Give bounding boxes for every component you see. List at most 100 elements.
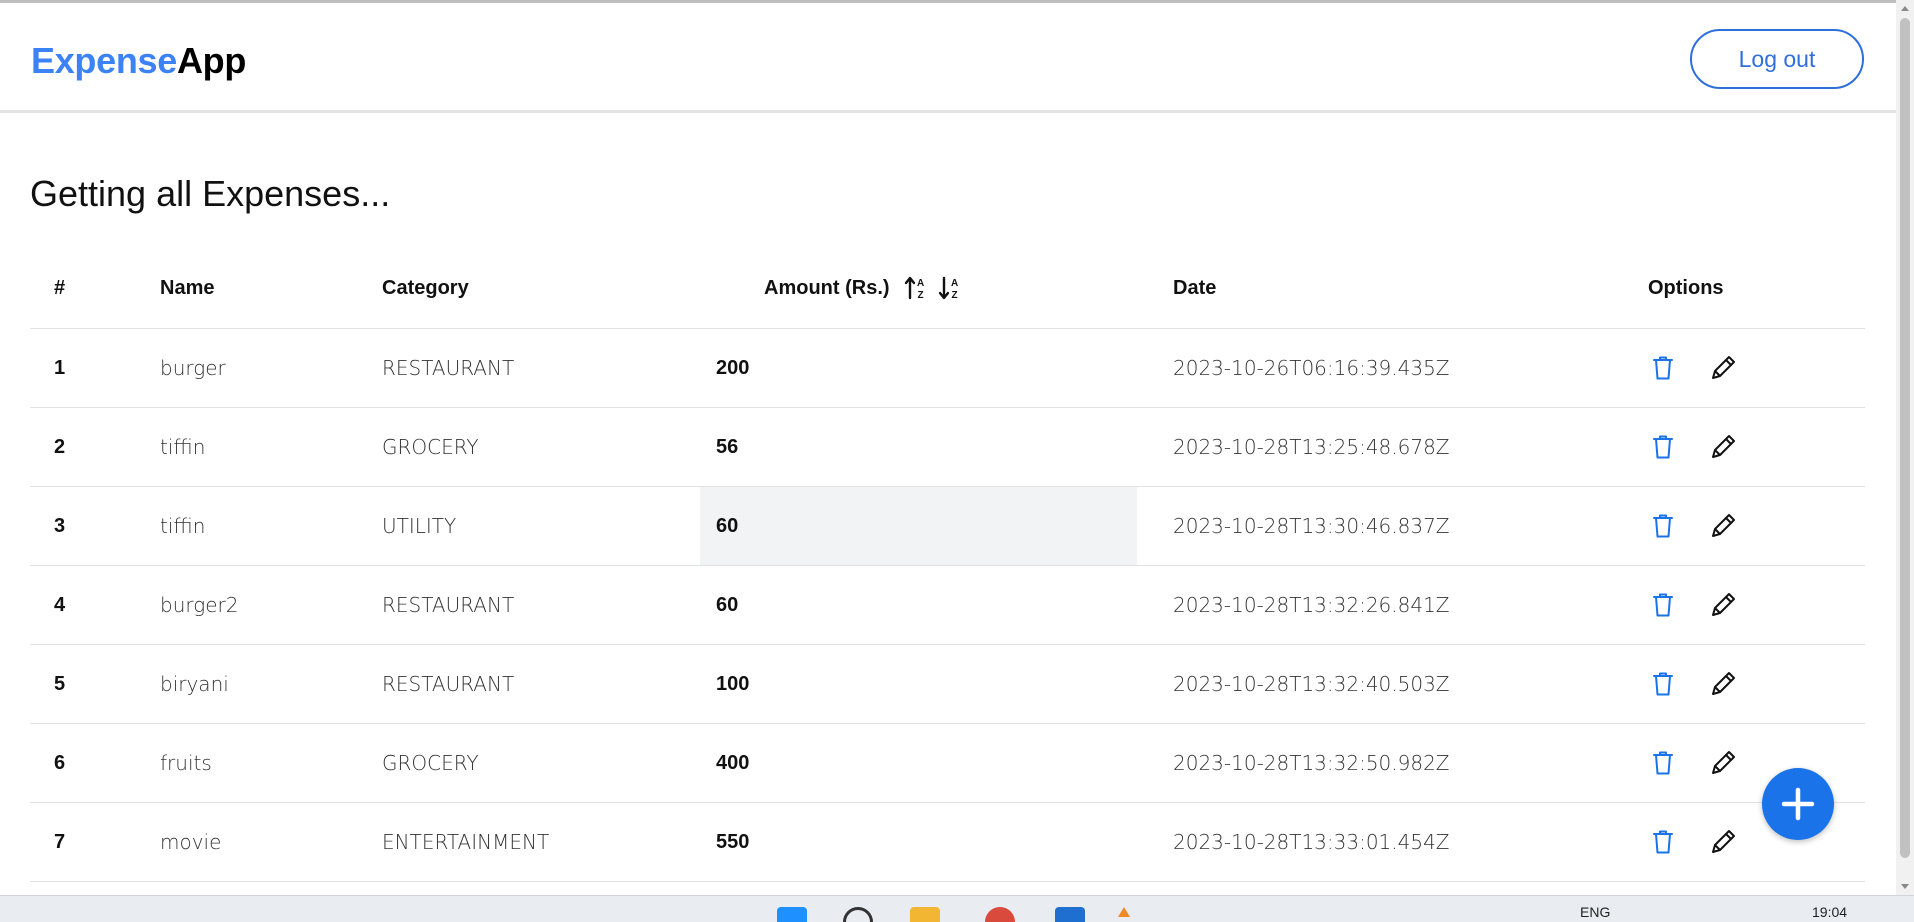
row-name: fruits <box>160 751 212 775</box>
row-date: 2023-10-28T13:33:01.454Z <box>1173 830 1450 854</box>
scroll-down-icon[interactable] <box>1901 884 1909 889</box>
row-date: 2023-10-28T13:30:46.837Z <box>1173 514 1450 538</box>
os-taskbar: ENG 19:04 <box>0 895 1914 922</box>
scroll-thumb[interactable] <box>1900 18 1910 858</box>
row-date: 2023-10-28T13:32:50.982Z <box>1173 751 1450 775</box>
search-icon[interactable] <box>843 907 873 922</box>
row-date: 2023-10-28T13:32:26.841Z <box>1173 593 1450 617</box>
table-row: 4 burger2 RESTAURANT 60 2023-10-28T13:32:26.… <box>30 566 1865 645</box>
chrome-icon[interactable] <box>985 907 1015 922</box>
row-amount: 400 <box>716 751 750 774</box>
header-index: # <box>54 276 66 299</box>
pencil-icon[interactable] <box>1708 827 1738 857</box>
brand-part-2: App <box>176 40 247 81</box>
trash-icon[interactable] <box>1648 511 1678 541</box>
row-category: GROCERY <box>382 751 479 775</box>
row-options <box>1648 408 1768 486</box>
trash-icon[interactable] <box>1648 827 1678 857</box>
svg-text:Z: Z <box>951 290 957 301</box>
row-index: 5 <box>54 672 66 695</box>
table-row: 7 movie ENTERTAINMENT 550 2023-10-28T13:33:0… <box>30 803 1865 882</box>
row-index: 3 <box>54 514 66 537</box>
row-category: RESTAURANT <box>382 356 515 380</box>
row-date: 2023-10-28T13:25:48.678Z <box>1173 435 1450 459</box>
browser-viewport: ExpenseApp Log out Getting all Expenses.… <box>0 0 1896 895</box>
table-row: 3 tiffin UTILITY 60 2023-10-28T13:30:46.837Z <box>30 487 1865 566</box>
trash-icon[interactable] <box>1648 432 1678 462</box>
logout-button[interactable]: Log out <box>1690 29 1864 89</box>
row-category: RESTAURANT <box>382 593 515 617</box>
row-options <box>1648 487 1768 565</box>
expenses-table: # Name Category Amount (Rs.) A Z A Z Dat… <box>30 248 1865 882</box>
row-index: 1 <box>54 356 66 379</box>
row-name: tiffin <box>160 514 206 538</box>
language-indicator[interactable]: ENG <box>1580 904 1610 920</box>
header-name: Name <box>160 276 215 299</box>
row-amount: 200 <box>716 356 750 379</box>
row-category: GROCERY <box>382 435 479 459</box>
row-name: burger2 <box>160 593 239 617</box>
row-name: biryani <box>160 672 229 696</box>
pencil-icon[interactable] <box>1708 432 1738 462</box>
vscode-icon[interactable] <box>1055 907 1085 922</box>
table-header-row: # Name Category Amount (Rs.) A Z A Z Dat… <box>30 248 1865 329</box>
svg-text:A: A <box>951 278 958 289</box>
header-amount: Amount (Rs.) <box>764 276 890 299</box>
pencil-icon[interactable] <box>1708 669 1738 699</box>
plus-icon <box>1781 787 1815 821</box>
clock[interactable]: 19:04 <box>1812 904 1847 920</box>
file-explorer-icon[interactable] <box>910 907 940 922</box>
add-expense-button[interactable] <box>1762 768 1834 840</box>
pencil-icon[interactable] <box>1708 353 1738 383</box>
sort-alpha-up-icon[interactable]: A Z <box>904 275 930 301</box>
row-index: 4 <box>54 593 66 616</box>
brand-logo[interactable]: ExpenseApp <box>31 40 246 82</box>
header-date: Date <box>1173 276 1217 299</box>
page-title: Getting all Expenses... <box>30 173 391 214</box>
row-index: 2 <box>54 435 66 458</box>
row-name: tiffin <box>160 435 206 459</box>
table-row: 2 tiffin GROCERY 56 2023-10-28T13:25:48.678Z <box>30 408 1865 487</box>
trash-icon[interactable] <box>1648 353 1678 383</box>
row-category: RESTAURANT <box>382 672 515 696</box>
row-options <box>1648 566 1768 644</box>
svg-text:A: A <box>917 278 924 289</box>
brand-part-1: Expense <box>31 40 177 81</box>
row-options <box>1648 645 1768 723</box>
sort-controls: A Z A Z <box>904 275 964 301</box>
pencil-icon[interactable] <box>1708 748 1738 778</box>
row-index: 6 <box>54 751 66 774</box>
row-amount: 60 <box>700 487 1137 565</box>
row-category: UTILITY <box>382 514 457 538</box>
row-options <box>1648 803 1768 881</box>
row-amount: 56 <box>716 435 739 458</box>
header-options: Options <box>1648 276 1724 299</box>
app-icon[interactable] <box>1118 907 1130 917</box>
navbar: ExpenseApp Log out <box>0 3 1896 113</box>
header-category: Category <box>382 276 469 299</box>
header-amount-cell: Amount (Rs.) A Z A Z <box>764 248 964 328</box>
row-name: burger <box>160 356 226 380</box>
row-date: 2023-10-26T06:16:39.435Z <box>1173 356 1450 380</box>
windows-start-icon[interactable] <box>777 907 807 922</box>
scroll-up-icon[interactable] <box>1901 6 1909 11</box>
table-row: 5 biryani RESTAURANT 100 2023-10-28T13:32:40… <box>30 645 1865 724</box>
pencil-icon[interactable] <box>1708 590 1738 620</box>
trash-icon[interactable] <box>1648 748 1678 778</box>
table-row: 1 burger RESTAURANT 200 2023-10-26T06:16:39.… <box>30 329 1865 408</box>
row-options <box>1648 329 1768 407</box>
row-category: ENTERTAINMENT <box>382 830 550 854</box>
row-date: 2023-10-28T13:32:40.503Z <box>1173 672 1450 696</box>
trash-icon[interactable] <box>1648 669 1678 699</box>
trash-icon[interactable] <box>1648 590 1678 620</box>
row-index: 7 <box>54 830 66 853</box>
row-options <box>1648 724 1768 802</box>
row-amount: 550 <box>716 830 750 853</box>
vertical-scrollbar[interactable] <box>1896 0 1914 895</box>
table-body: 1 burger RESTAURANT 200 2023-10-26T06:16:39.… <box>30 329 1865 882</box>
pencil-icon[interactable] <box>1708 511 1738 541</box>
svg-text:Z: Z <box>917 290 923 301</box>
sort-alpha-down-icon[interactable]: A Z <box>938 275 964 301</box>
row-amount: 60 <box>716 593 739 616</box>
row-name: movie <box>160 830 222 854</box>
